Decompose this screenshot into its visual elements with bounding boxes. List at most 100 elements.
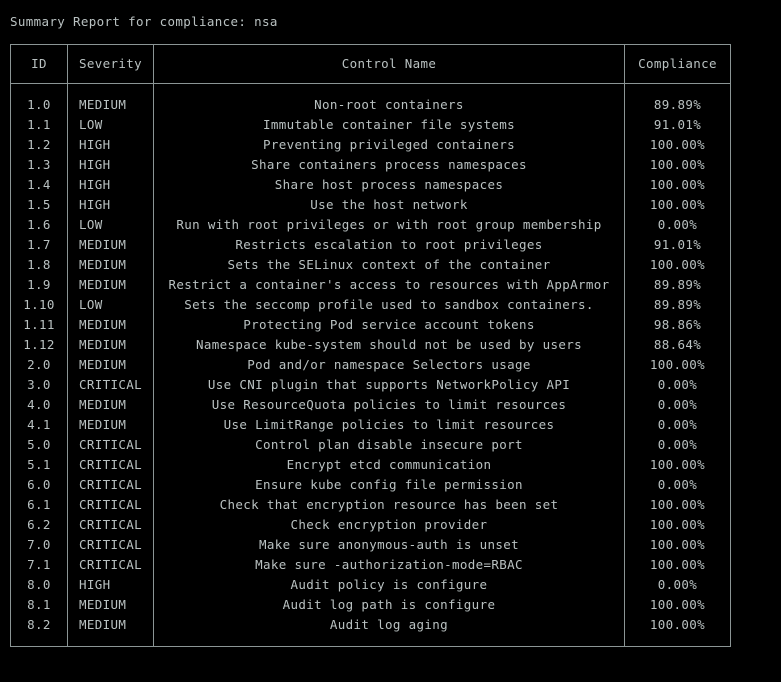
cell-compliance: 100.00% <box>624 455 731 475</box>
cell-id: 1.1 <box>10 115 68 135</box>
cell-severity: MEDIUM <box>67 315 154 335</box>
table-row: 6.1 CRITICAL Check that encryption resourc… <box>10 495 731 515</box>
table-row: 1.9 MEDIUM Restrict a container's access t… <box>10 275 731 295</box>
cell-control-name: Use CNI plugin that supports NetworkPoli… <box>153 375 625 395</box>
cell-control-name: Encrypt etcd communication <box>153 455 625 475</box>
table-row: 1.3 HIGH Share containers process namespac… <box>10 155 731 175</box>
cell-id: 1.7 <box>10 235 68 255</box>
compliance-table-container: ID Severity Control Name Compliance 1.0 M… <box>10 44 731 647</box>
cell-severity: CRITICAL <box>67 535 154 555</box>
cell-control-name: Sets the seccomp profile used to sandbox… <box>153 295 625 315</box>
cell-control-name: Use LimitRange policies to limit resourc… <box>153 415 625 435</box>
column-header-id: ID <box>10 44 68 84</box>
table-row: 4.0 MEDIUM Use ResourceQuota policies to l… <box>10 395 731 415</box>
table-row: 1.7 MEDIUM Restricts escalation to root pr… <box>10 235 731 255</box>
cell-id: 1.6 <box>10 215 68 235</box>
cell-control-name: Audit log path is configure <box>153 595 625 615</box>
cell-severity: MEDIUM <box>67 83 154 115</box>
compliance-table: ID Severity Control Name Compliance 1.0 M… <box>10 44 731 647</box>
table-row: 1.2 HIGH Preventing privileged containers 1… <box>10 135 731 155</box>
table-row: 8.2 MEDIUM Audit log aging 100.00% <box>10 615 731 647</box>
terminal-window: Summary Report for compliance: nsa ID Se… <box>0 0 781 682</box>
cell-control-name: Audit log aging <box>153 615 625 647</box>
cell-control-name: Use the host network <box>153 195 625 215</box>
cell-compliance: 100.00% <box>624 355 731 375</box>
cell-control-name: Make sure anonymous-auth is unset <box>153 535 625 555</box>
cell-id: 1.5 <box>10 195 68 215</box>
table-row: 7.1 CRITICAL Make sure -authorization-mode… <box>10 555 731 575</box>
table-row: 5.0 CRITICAL Control plan disable insecure… <box>10 435 731 455</box>
table-header-row: ID Severity Control Name Compliance <box>10 44 731 84</box>
cell-compliance: 89.89% <box>624 83 731 115</box>
cell-id: 1.2 <box>10 135 68 155</box>
cell-id: 8.0 <box>10 575 68 595</box>
cell-id: 1.12 <box>10 335 68 355</box>
cell-compliance: 100.00% <box>624 535 731 555</box>
cell-control-name: Pod and/or namespace Selectors usage <box>153 355 625 375</box>
cell-severity: CRITICAL <box>67 515 154 535</box>
table-row: 1.1 LOW Immutable container file systems 91… <box>10 115 731 135</box>
cell-id: 5.1 <box>10 455 68 475</box>
cell-compliance: 0.00% <box>624 215 731 235</box>
cell-severity: MEDIUM <box>67 255 154 275</box>
table-row: 1.8 MEDIUM Sets the SELinux context of the… <box>10 255 731 275</box>
cell-severity: HIGH <box>67 155 154 175</box>
cell-severity: CRITICAL <box>67 375 154 395</box>
cell-id: 6.0 <box>10 475 68 495</box>
cell-compliance: 0.00% <box>624 415 731 435</box>
cell-id: 1.10 <box>10 295 68 315</box>
cell-compliance: 98.86% <box>624 315 731 335</box>
table-row: 1.12 MEDIUM Namespace kube-system should n… <box>10 335 731 355</box>
cell-compliance: 100.00% <box>624 555 731 575</box>
cell-compliance: 100.00% <box>624 155 731 175</box>
cell-compliance: 91.01% <box>624 235 731 255</box>
cell-control-name: Check encryption provider <box>153 515 625 535</box>
cell-id: 1.11 <box>10 315 68 335</box>
cell-control-name: Run with root privileges or with root gr… <box>153 215 625 235</box>
table-row: 3.0 CRITICAL Use CNI plugin that supports … <box>10 375 731 395</box>
table-row: 1.4 HIGH Share host process namespaces 100.… <box>10 175 731 195</box>
cell-control-name: Immutable container file systems <box>153 115 625 135</box>
cell-id: 2.0 <box>10 355 68 375</box>
cell-id: 1.4 <box>10 175 68 195</box>
table-body: 1.0 MEDIUM Non-root containers 89.89% 1.1 LOW… <box>10 83 731 647</box>
cell-id: 8.1 <box>10 595 68 615</box>
cell-severity: LOW <box>67 295 154 315</box>
cell-compliance: 88.64% <box>624 335 731 355</box>
cell-control-name: Use ResourceQuota policies to limit reso… <box>153 395 625 415</box>
cell-control-name: Check that encryption resource has been … <box>153 495 625 515</box>
column-header-severity: Severity <box>67 44 154 84</box>
cell-control-name: Protecting Pod service account tokens <box>153 315 625 335</box>
cell-compliance: 100.00% <box>624 255 731 275</box>
table-row: 1.0 MEDIUM Non-root containers 89.89% <box>10 83 731 115</box>
table-row: 5.1 CRITICAL Encrypt etcd communication 100… <box>10 455 731 475</box>
cell-compliance: 100.00% <box>624 615 731 647</box>
cell-compliance: 100.00% <box>624 195 731 215</box>
cell-control-name: Restrict a container's access to resourc… <box>153 275 625 295</box>
cell-severity: CRITICAL <box>67 555 154 575</box>
column-header-compliance: Compliance <box>624 44 731 84</box>
cell-id: 1.9 <box>10 275 68 295</box>
cell-compliance: 0.00% <box>624 435 731 455</box>
cell-compliance: 0.00% <box>624 395 731 415</box>
cell-id: 7.1 <box>10 555 68 575</box>
table-row: 6.0 CRITICAL Ensure kube config file permi… <box>10 475 731 495</box>
cell-severity: CRITICAL <box>67 455 154 475</box>
table-row: 4.1 MEDIUM Use LimitRange policies to limi… <box>10 415 731 435</box>
table-header: ID Severity Control Name Compliance <box>10 44 731 84</box>
cell-control-name: Audit policy is configure <box>153 575 625 595</box>
table-row: 2.0 MEDIUM Pod and/or namespace Selectors … <box>10 355 731 375</box>
cell-control-name: Ensure kube config file permission <box>153 475 625 495</box>
cell-severity: MEDIUM <box>67 615 154 647</box>
cell-severity: HIGH <box>67 195 154 215</box>
cell-compliance: 89.89% <box>624 275 731 295</box>
cell-severity: CRITICAL <box>67 435 154 455</box>
cell-id: 1.0 <box>10 83 68 115</box>
cell-id: 1.3 <box>10 155 68 175</box>
cell-control-name: Share containers process namespaces <box>153 155 625 175</box>
cell-severity: MEDIUM <box>67 275 154 295</box>
cell-control-name: Make sure -authorization-mode=RBAC <box>153 555 625 575</box>
cell-severity: CRITICAL <box>67 475 154 495</box>
cell-control-name: Namespace kube-system should not be used… <box>153 335 625 355</box>
table-row: 1.10 LOW Sets the seccomp profile used to … <box>10 295 731 315</box>
